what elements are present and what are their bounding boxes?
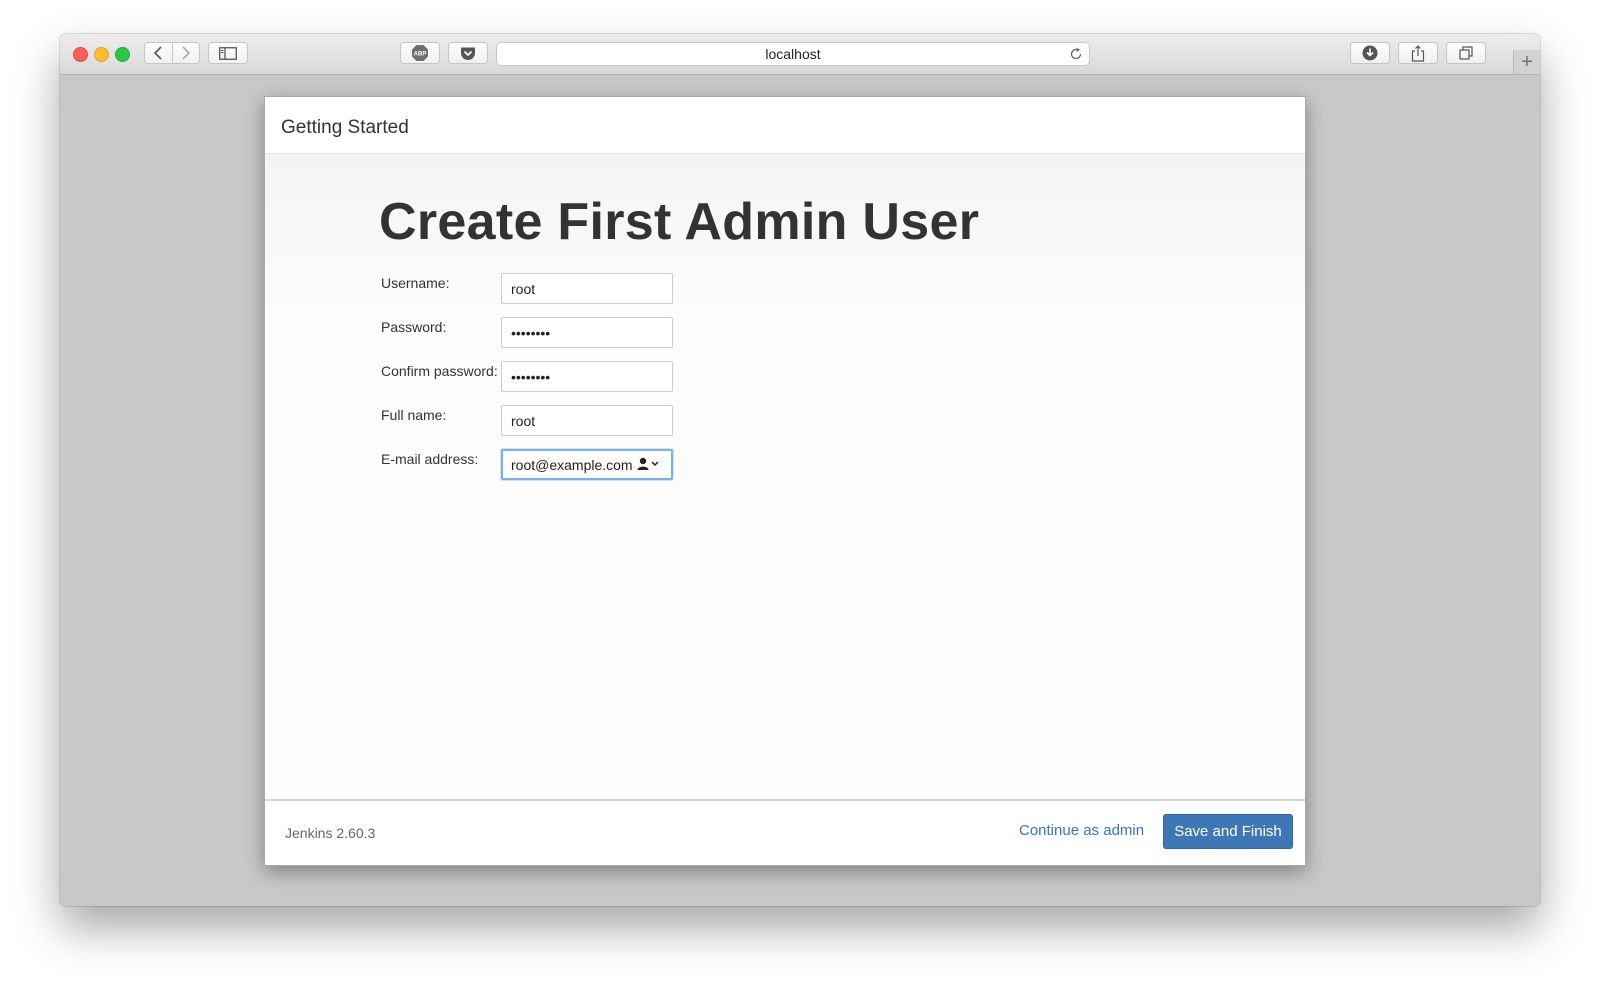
adblock-button[interactable]: ABP (400, 42, 440, 64)
sidebar-toggle-button[interactable] (208, 42, 248, 64)
download-icon (1362, 45, 1378, 61)
setup-wizard-dialog: Getting Started Create First Admin User … (264, 96, 1306, 866)
forward-button[interactable] (171, 43, 200, 63)
page-title: Create First Admin User (379, 193, 980, 251)
browser-window: ABP localhost + Getting Started Create F… (60, 34, 1540, 906)
back-icon (154, 46, 162, 60)
confirm-password-input[interactable] (501, 361, 673, 392)
reload-icon[interactable] (1069, 47, 1083, 61)
dialog-header: Getting Started (265, 97, 1305, 154)
tabs-icon (1459, 46, 1473, 60)
username-label: Username: (381, 275, 450, 291)
show-tabs-button[interactable] (1446, 42, 1486, 64)
navigation-buttons (144, 42, 200, 64)
dialog-body: Create First Admin User Username: Passwo… (265, 154, 1305, 801)
dialog-footer: Jenkins 2.60.3 Continue as admin Save an… (265, 799, 1305, 865)
share-button[interactable] (1398, 42, 1438, 64)
email-label: E-mail address: (381, 451, 479, 467)
save-and-finish-button[interactable]: Save and Finish (1163, 814, 1293, 849)
back-button[interactable] (145, 43, 172, 63)
forward-icon (182, 46, 190, 60)
adblock-icon: ABP (412, 45, 428, 61)
full-name-input[interactable] (501, 405, 673, 436)
page-viewport: Getting Started Create First Admin User … (60, 75, 1540, 906)
password-input[interactable] (501, 317, 673, 348)
share-icon (1411, 44, 1425, 62)
password-label: Password: (381, 319, 447, 335)
downloads-button[interactable] (1350, 42, 1390, 64)
svg-text:ABP: ABP (414, 52, 427, 58)
confirm-password-label: Confirm password: (381, 363, 498, 379)
continue-as-admin-link[interactable]: Continue as admin (1019, 822, 1144, 839)
sidebar-icon (219, 46, 237, 60)
pocket-icon (461, 47, 475, 60)
browser-toolbar: ABP localhost + (60, 34, 1540, 75)
contact-card-icon (637, 457, 659, 470)
contact-autofill-button[interactable] (637, 457, 661, 471)
minimize-window-button[interactable] (94, 47, 109, 62)
pocket-button[interactable] (448, 42, 488, 64)
username-input[interactable] (501, 273, 673, 304)
address-bar[interactable]: localhost (496, 42, 1090, 66)
full-name-label: Full name: (381, 407, 447, 423)
version-label: Jenkins 2.60.3 (285, 825, 376, 841)
close-window-button[interactable] (73, 47, 88, 62)
address-text: localhost (765, 46, 821, 62)
dialog-title: Getting Started (281, 117, 409, 138)
new-tab-button[interactable]: + (1513, 50, 1540, 74)
maximize-window-button[interactable] (115, 47, 130, 62)
